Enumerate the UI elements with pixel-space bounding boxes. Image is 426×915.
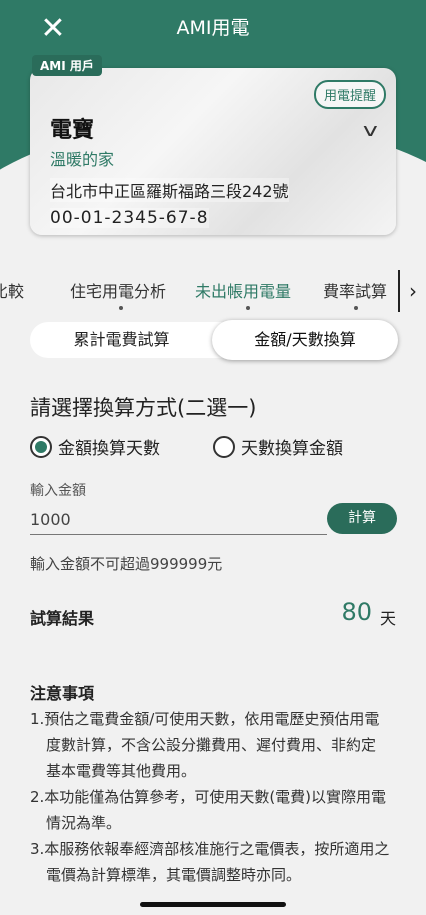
note-item: 2.本功能僅為估算參考，可使用天數(電費)以實際用電情況為準。 xyxy=(30,788,387,832)
tab-indicator-dot xyxy=(119,306,123,310)
amount-limit-note: 輸入金額不可超過999999元 xyxy=(30,555,223,573)
tab-indicator-dot xyxy=(354,306,358,310)
account-number: 00-01-2345-67-8 xyxy=(50,208,209,228)
radio-label: 天數換算金額 xyxy=(241,439,343,459)
radio-label: 金額換算天數 xyxy=(58,439,160,459)
ami-user-tag: AMI 用戶 xyxy=(32,55,102,76)
account-address: 台北市中正區羅斯福路三段242號 xyxy=(50,178,289,202)
page-title: AMI用電 xyxy=(176,17,250,39)
home-label: 溫暖的家 xyxy=(50,150,115,169)
account-name: 電寶 xyxy=(50,118,95,143)
chevron-right-icon[interactable]: › xyxy=(398,270,426,312)
segment-cumulative-fee[interactable]: 累計電費試算 xyxy=(30,322,213,358)
calculate-button[interactable]: 計算 xyxy=(327,503,397,534)
account-card[interactable]: 用電提醒 電寶 v 溫暖的家 台北市中正區羅斯福路三段242號 00-01-23… xyxy=(30,68,396,235)
tab-unbilled-usage[interactable]: 未出帳用電量 xyxy=(195,278,291,302)
result-label: 試算結果 xyxy=(30,609,95,628)
notes-list: 1.預估之電費金額/可使用天數，依用電歷史預估用電度數計算，不含公設分攤費用、遲… xyxy=(30,706,390,888)
tab-rate-calc[interactable]: 費率試算 xyxy=(323,278,387,302)
amount-input[interactable] xyxy=(30,505,327,535)
tab-bar: 比較 住宅用電分析 未出帳用電量 費率試算 › xyxy=(0,270,426,312)
conversion-title: 請選擇換算方式(二選一) xyxy=(30,396,257,420)
home-indicator[interactable] xyxy=(140,902,286,907)
segment-amount-days[interactable]: 金額/天數換算 xyxy=(212,320,398,360)
mode-segment: 累計電費試算 金額/天數換算 xyxy=(30,320,398,360)
result-unit: 天 xyxy=(379,609,396,628)
reminder-button[interactable]: 用電提醒 xyxy=(313,80,386,109)
result-value: 80 xyxy=(341,598,372,626)
radio-selected-icon xyxy=(30,435,52,458)
notes-title: 注意事項 xyxy=(30,684,95,703)
radio-days-to-amount[interactable]: 天數換算金額 xyxy=(213,434,343,459)
tab-indicator-dot xyxy=(246,306,250,310)
note-item: 3.本服務依報奉經濟部核准施行之電價表，按所適用之電價為計算標準，其電價調整時亦… xyxy=(30,840,390,884)
chevron-down-icon[interactable]: v xyxy=(363,120,378,141)
radio-unselected-icon xyxy=(213,435,235,458)
amount-input-label: 輸入金額 xyxy=(30,483,86,499)
tab-compare[interactable]: 比較 xyxy=(0,278,24,302)
tab-residential-analysis[interactable]: 住宅用電分析 xyxy=(70,278,166,302)
radio-amount-to-days[interactable]: 金額換算天數 xyxy=(30,434,160,459)
note-item: 1.預估之電費金額/可使用天數，依用電歷史預估用電度數計算，不含公設分攤費用、遲… xyxy=(30,710,380,780)
